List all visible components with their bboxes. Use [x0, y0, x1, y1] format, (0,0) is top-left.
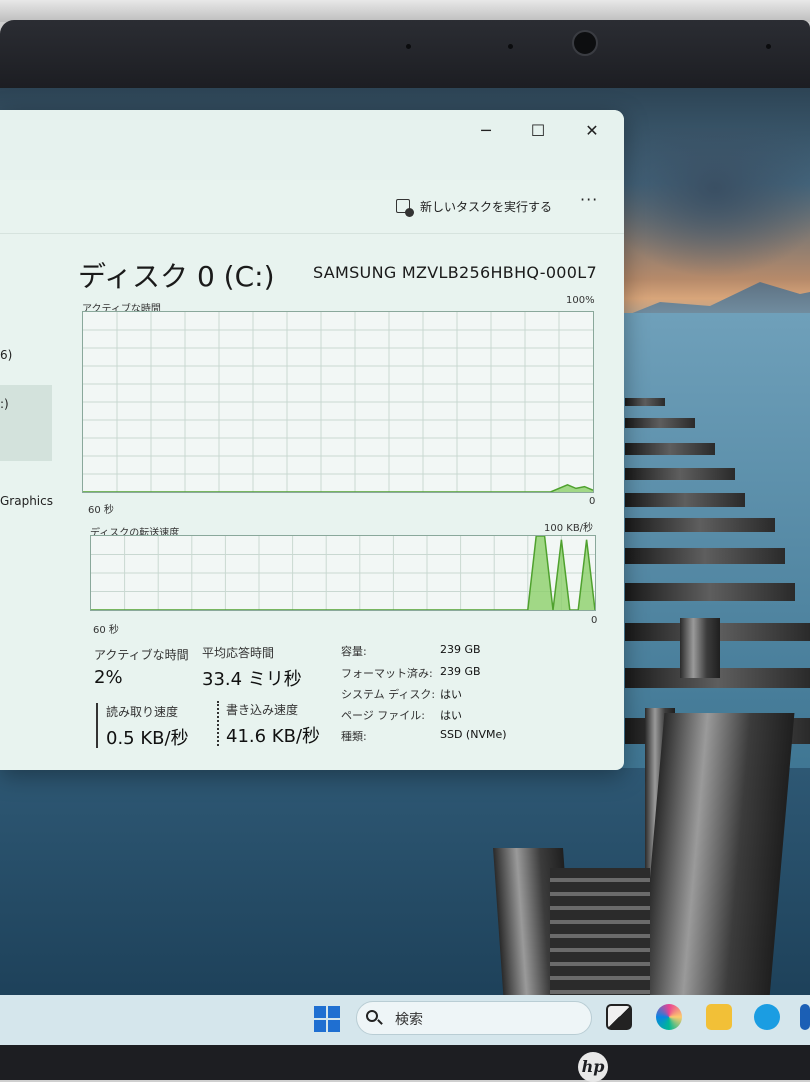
- prop-formatted-value: 239 GB: [440, 665, 481, 678]
- task-view-icon[interactable]: [606, 1004, 632, 1030]
- prop-system-disk-key: システム ディスク:: [341, 688, 436, 701]
- toolbar-divider: [0, 233, 624, 234]
- stat-active-time-label: アクティブな時間: [94, 648, 189, 662]
- run-new-task-button[interactable]: 新しいタスクを実行する: [396, 192, 552, 220]
- transfer-graph-svg: [91, 536, 595, 610]
- stat-read-speed-value: 0.5 KB/秒: [106, 728, 189, 749]
- prop-system-disk-value: はい: [440, 688, 462, 701]
- laptop-lid-edge: [0, 0, 810, 22]
- transfer-axis-right: 0: [591, 615, 598, 626]
- prop-page-file-key: ページ ファイル:: [341, 709, 425, 722]
- webcam: [572, 30, 598, 56]
- sidebar-item-label[interactable]: Graphics: [0, 494, 53, 508]
- disk-model: SAMSUNG MZVLB256HBHQ-000L7: [313, 263, 597, 282]
- active-time-axis-left: 60 秒: [88, 505, 114, 516]
- active-time-graph-svg: [83, 312, 593, 492]
- stat-read-speed-label: 読み取り速度: [106, 705, 179, 719]
- write-speed-indicator: [217, 701, 219, 746]
- read-speed-indicator: [96, 703, 98, 748]
- search-placeholder: 検索: [395, 1012, 423, 1028]
- search-input[interactable]: [356, 1001, 592, 1035]
- series-line: [83, 483, 593, 492]
- prop-type-value: SSD (NVMe): [440, 728, 507, 741]
- search-icon: [366, 1010, 378, 1022]
- stat-active-time-value: 2%: [94, 667, 123, 688]
- file-explorer-icon[interactable]: [706, 1004, 732, 1030]
- run-new-task-label: 新しいタスクを実行する: [420, 199, 553, 214]
- copilot-icon[interactable]: [656, 1004, 682, 1030]
- stat-write-speed-value: 41.6 KB/秒: [226, 726, 321, 747]
- edge-browser-icon[interactable]: [754, 1004, 780, 1030]
- maximize-button[interactable]: ☐: [518, 118, 558, 144]
- transfer-graph: [90, 535, 596, 611]
- transfer-chart-max: 100 KB/秒: [544, 523, 594, 534]
- sidebar-item-label[interactable]: 6): [0, 348, 12, 362]
- windows-start-icon[interactable]: [314, 1006, 340, 1032]
- hp-logo: hp: [578, 1052, 608, 1082]
- prop-formatted-key: フォーマット済み:: [341, 667, 433, 680]
- minimize-button[interactable]: ─: [466, 118, 506, 144]
- series-area: [83, 484, 593, 492]
- prop-type-key: 種類:: [341, 730, 367, 743]
- transfer-axis-left: 60 秒: [93, 625, 119, 636]
- screen-bezel-top: [0, 20, 810, 90]
- active-time-chart-max: 100%: [566, 295, 595, 306]
- wallpaper-mountain: [620, 282, 810, 318]
- sensor-dot: [406, 44, 411, 49]
- sensor-dot: [508, 44, 513, 49]
- prop-capacity-key: 容量:: [341, 645, 367, 658]
- more-options-button[interactable]: ···: [580, 190, 598, 209]
- sidebar-item-label[interactable]: :): [0, 397, 9, 411]
- run-task-icon: [396, 199, 414, 217]
- screen-bezel-bottom: [0, 1045, 810, 1080]
- sensor-dot: [766, 44, 771, 49]
- stat-avg-response-value: 33.4 ミリ秒: [202, 669, 302, 690]
- prop-capacity-value: 239 GB: [440, 643, 481, 656]
- store-icon[interactable]: [800, 1004, 810, 1030]
- prop-page-file-value: はい: [440, 709, 462, 722]
- stat-avg-response-label: 平均応答時間: [202, 646, 275, 660]
- disk-title: ディスク 0 (C:): [78, 260, 275, 293]
- active-time-axis-right: 0: [589, 496, 596, 507]
- close-button[interactable]: ✕: [572, 118, 612, 144]
- active-time-graph: [82, 311, 594, 493]
- stat-write-speed-label: 書き込み速度: [226, 703, 299, 717]
- wallpaper-cloud: [600, 128, 810, 278]
- task-manager-window: ─ ☐ ✕ 新しいタスクを実行する ··· 6) :) Graphics ディス…: [0, 110, 624, 770]
